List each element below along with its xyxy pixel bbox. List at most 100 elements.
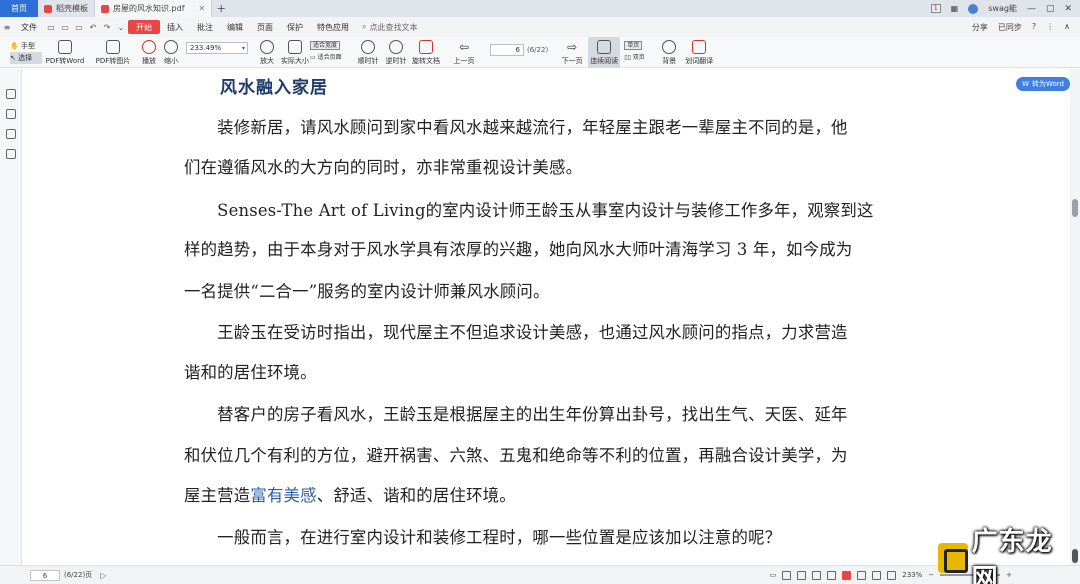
text-line: 谐和的居住环境。 bbox=[184, 363, 317, 382]
menu-icon[interactable]: ≡ bbox=[0, 23, 14, 32]
tab-label: 房屋的风水知识.pdf bbox=[113, 4, 185, 13]
ribbon-toolbar: ✋ 手型 ↖ 选择 PDF转Word PDF转图片 播放 缩小 233.49% … bbox=[0, 37, 1080, 68]
fit-width-icon[interactable] bbox=[857, 570, 867, 580]
titlebar-right: 1 ▦ swag能 — ▢ ✕ bbox=[930, 3, 1080, 14]
grid-icon[interactable]: ▦ bbox=[951, 4, 959, 13]
new-tab-button[interactable]: + bbox=[212, 2, 230, 15]
zoom-out-button[interactable]: 缩小 bbox=[160, 37, 182, 68]
arrow-left-icon: ⇦ bbox=[458, 40, 470, 54]
continuous-read-button[interactable]: 连续阅读 bbox=[588, 37, 621, 68]
menu-start[interactable]: 开始 bbox=[128, 20, 160, 34]
share-button[interactable]: 分享 bbox=[972, 22, 988, 33]
double-page-button[interactable]: ▯▯ 双页 bbox=[624, 52, 656, 64]
rotate-clockwise-button[interactable]: 顺时针 bbox=[354, 37, 382, 68]
rotate-counterclockwise-label: 逆时针 bbox=[385, 57, 407, 65]
single-page-view-icon[interactable] bbox=[782, 570, 792, 580]
highlighted-phrase[interactable]: 富有美感 bbox=[250, 486, 316, 505]
menu-file[interactable]: 文件 bbox=[14, 17, 44, 37]
close-icon[interactable]: ✕ bbox=[1064, 4, 1072, 14]
menu-protect[interactable]: 保护 bbox=[280, 17, 310, 37]
undo-icon[interactable]: ↶ bbox=[86, 23, 100, 32]
menu-page[interactable]: 页面 bbox=[250, 17, 280, 37]
search-icon: ⌕ bbox=[362, 22, 367, 31]
scroll-thumb[interactable] bbox=[1072, 199, 1078, 217]
avatar[interactable] bbox=[968, 3, 979, 14]
vertical-scrollbar[interactable] bbox=[1070, 69, 1080, 565]
user-name[interactable]: swag能 bbox=[988, 3, 1017, 14]
fit-options: 适合宽度 ▭ 适合页面 bbox=[310, 37, 354, 64]
fit-width-button[interactable]: 适合宽度 bbox=[310, 40, 354, 52]
maximize-icon[interactable]: ▢ bbox=[1046, 4, 1055, 14]
rotate-counterclockwise-icon bbox=[389, 40, 403, 54]
collapse-ribbon-button[interactable]: ∧ bbox=[1064, 22, 1070, 33]
text-line: 和伏位几个有利的方位，避开祸害、六煞、五鬼和绝命等不利的位置，再融合设计美学，为 bbox=[184, 446, 848, 465]
attachment-icon[interactable] bbox=[6, 149, 16, 159]
text-line: 一般而言，在进行室内设计和装修工程时，哪一些位置是应该加以注意的呢？ bbox=[184, 528, 782, 547]
book-view-icon[interactable] bbox=[827, 570, 837, 580]
single-page-button[interactable]: 单页 bbox=[624, 40, 656, 52]
zoom-level-select[interactable]: 233.49% ▾ bbox=[186, 42, 248, 54]
background-button[interactable]: 背景 bbox=[656, 37, 682, 68]
menu-features[interactable]: 特色应用 bbox=[310, 17, 356, 37]
arrow-right-icon: ⇨ bbox=[567, 40, 578, 54]
reading-mode-icon[interactable]: ▭ bbox=[770, 571, 777, 579]
status-bar: 6 (6/22)页 ▷ ▭ 233% − + bbox=[0, 565, 1080, 584]
double-page-view-icon[interactable] bbox=[797, 570, 807, 580]
fit-page-button[interactable]: ▭ 适合页面 bbox=[310, 52, 354, 64]
sync-status[interactable]: 已同步 bbox=[998, 22, 1022, 33]
menu-edit[interactable]: 编辑 bbox=[220, 17, 250, 37]
tab-docer-templates[interactable]: 稻壳模板 bbox=[38, 0, 95, 17]
close-tab-icon[interactable]: ✕ bbox=[199, 4, 206, 13]
more-button[interactable]: ⋮ bbox=[1046, 22, 1054, 33]
search-box[interactable]: ⌕ 点此查找文本 bbox=[362, 22, 417, 33]
play-button[interactable]: 播放 bbox=[138, 37, 160, 68]
tab-pdf-document[interactable]: 房屋的风水知识.pdf ✕ bbox=[95, 0, 213, 17]
rotate-counterclockwise-button[interactable]: 逆时针 bbox=[382, 37, 410, 68]
arrow-right-icon[interactable]: ▷ bbox=[100, 571, 106, 580]
tab-home[interactable]: 首页 bbox=[0, 0, 38, 17]
print-icon[interactable]: ▭ bbox=[72, 23, 86, 32]
watermark: 广东龙网 bbox=[938, 527, 1078, 584]
pdf-to-image-button[interactable]: PDF转图片 bbox=[88, 37, 138, 68]
help-button[interactable]: ? bbox=[1032, 22, 1036, 33]
page-number-input[interactable]: 6 bbox=[490, 44, 524, 56]
convert-to-word-label: 转为Word bbox=[1032, 80, 1064, 88]
save-icon[interactable]: ▭ bbox=[58, 23, 72, 32]
pdf-icon bbox=[101, 4, 109, 13]
menu-insert[interactable]: 插入 bbox=[160, 17, 190, 37]
page-badge[interactable]: 1 bbox=[930, 4, 941, 13]
text-segment: 屋主营造 bbox=[184, 486, 251, 505]
fit-width-label: 适合宽度 bbox=[310, 41, 341, 50]
menu-annotate[interactable]: 批注 bbox=[190, 17, 220, 37]
document-viewport[interactable]: 风水融入家居 装修新居，请风水顾问到家中看风水越来越流行，年轻屋主跟老一辈屋主不… bbox=[23, 69, 1070, 565]
rotate-document-button[interactable]: 旋转文档 bbox=[410, 37, 442, 68]
select-tool-button[interactable]: ↖ 选择 bbox=[10, 52, 42, 64]
status-page-input[interactable]: 6 bbox=[30, 569, 60, 581]
fullscreen-icon[interactable] bbox=[887, 570, 897, 580]
section-heading: 风水融入家居 bbox=[220, 78, 328, 98]
cursor-tools: ✋ 手型 ↖ 选择 bbox=[0, 37, 42, 64]
word-translate-button[interactable]: 划词翻译 bbox=[682, 37, 716, 68]
open-icon[interactable]: ▭ bbox=[44, 23, 58, 32]
chevron-down-icon: ▾ bbox=[241, 44, 245, 52]
convert-to-word-button[interactable]: W 转为Word bbox=[1016, 77, 1070, 91]
hand-tool-button[interactable]: ✋ 手型 bbox=[10, 40, 42, 52]
thumbnail-icon[interactable] bbox=[6, 89, 16, 99]
chevron-down-icon[interactable]: ⌄ bbox=[114, 23, 128, 32]
bookmark-icon[interactable] bbox=[6, 109, 16, 119]
annotation-icon[interactable] bbox=[6, 129, 16, 139]
continuous-view-icon[interactable] bbox=[812, 570, 822, 580]
minimize-icon[interactable]: — bbox=[1027, 4, 1036, 14]
play-icon[interactable] bbox=[842, 570, 852, 580]
prev-page-button[interactable]: ⇦ 上一页 bbox=[448, 37, 480, 68]
play-icon bbox=[142, 40, 156, 54]
fit-page-icon[interactable] bbox=[872, 570, 882, 580]
left-sidebar bbox=[0, 69, 22, 565]
pdf-to-word-button[interactable]: PDF转Word bbox=[42, 37, 88, 68]
actual-size-button[interactable]: 实际大小 bbox=[280, 37, 310, 68]
next-page-button[interactable]: ⇨ 下一页 bbox=[556, 37, 588, 68]
zoom-in-button[interactable]: 放大 bbox=[254, 37, 280, 68]
zoom-minus-icon[interactable]: − bbox=[928, 571, 934, 579]
text-line: 王龄玉在受访时指出，现代屋主不但追求设计美感，也通过风水顾问的指点，力求营造 bbox=[184, 323, 848, 342]
redo-icon[interactable]: ↷ bbox=[100, 23, 114, 32]
